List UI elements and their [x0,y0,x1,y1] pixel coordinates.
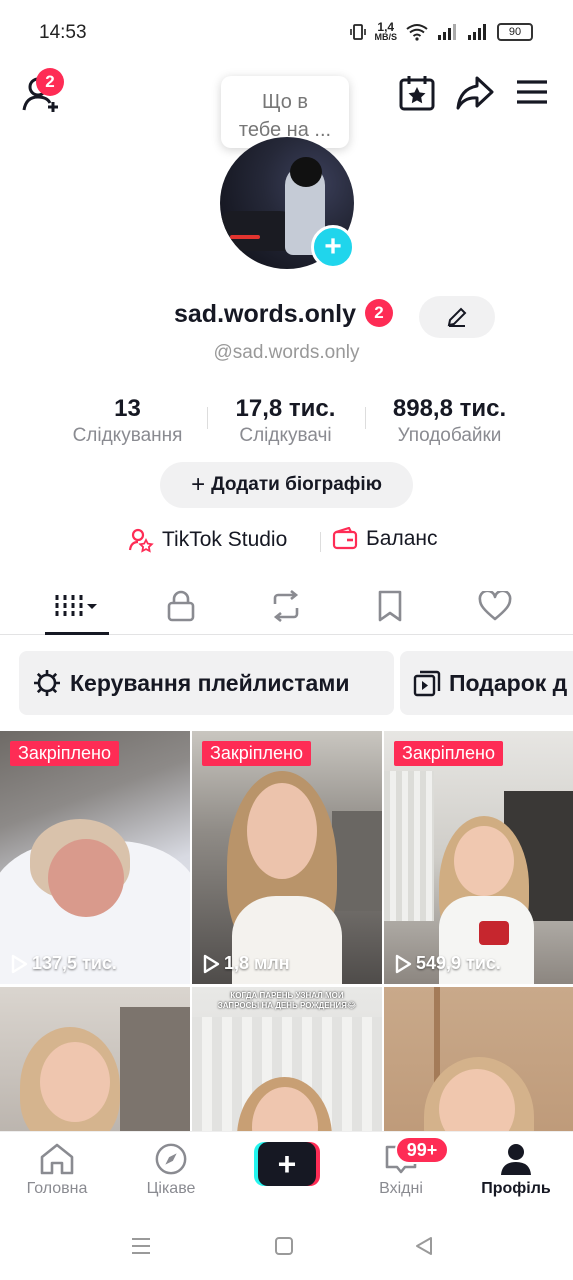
repost-icon [273,590,299,622]
pinned-badge: Закріплено [10,741,119,766]
edit-profile-button[interactable] [419,296,495,338]
gear-icon [34,670,60,696]
grid-view-icon [55,595,97,617]
view-count: 1,8 млн [202,953,290,974]
add-friend-badge: 2 [36,68,64,96]
play-icon [395,954,412,973]
network-speed: 1,4 MB/S [374,20,398,42]
video-thumbnail[interactable]: Закріплено 1,8 млн [192,731,382,984]
tiktok-studio-link[interactable]: TikTok Studio [128,527,287,553]
username: sad.words.only 2 [174,299,393,329]
create-video-button[interactable]: + [254,1142,320,1186]
creator-star-icon [128,528,154,553]
pencil-icon [447,307,467,327]
video-caption-overlay: КОГДА ПАРЕНЬ УЗНАЛ МОИ ЗАПРОСЫ НА ДЕНЬ Р… [217,991,357,1010]
username-badge: 2 [364,299,393,328]
heart-icon [478,591,512,621]
lock-icon [167,590,195,622]
playlist-chips: Керування плейлистами Подарок д [19,651,573,715]
profile-links: TikTok Studio Баланс [0,527,573,557]
menu-button[interactable] [515,79,549,105]
recent-apps-icon[interactable] [130,1235,152,1257]
manage-playlists-chip[interactable]: Керування плейлистами [19,651,394,715]
balance-link[interactable]: Баланс [332,527,438,551]
video-thumbnail[interactable] [0,987,190,1131]
share-profile-button[interactable] [455,75,495,111]
stat-likes[interactable]: 898,8 тис. Уподобайки [372,395,527,447]
profile-content-tabs [0,578,573,635]
wifi-icon [406,24,428,41]
plus-icon: + [258,1142,316,1186]
status-bar: 14:53 1,4 MB/S 90 [0,0,573,64]
inbox-badge: 99+ [395,1136,449,1164]
signal-icon [438,24,456,40]
video-thumbnail[interactable]: КОГДА ПАРЕНЬ УЗНАЛ МОИ ЗАПРОСЫ НА ДЕНЬ Р… [192,987,382,1131]
back-triangle-icon[interactable] [413,1235,435,1257]
playlist-icon [413,670,441,697]
plus-icon: + [191,471,206,498]
pinned-badge: Закріплено [394,741,503,766]
video-thumbnail[interactable]: Закріплено 549,9 тис. [384,731,573,984]
video-grid: Закріплено 137,5 тис. Закріплено 1,8 млн… [0,731,573,1131]
nav-home[interactable]: Головна [7,1142,107,1198]
video-thumbnail[interactable] [384,987,573,1131]
play-icon [203,954,220,973]
add-friend-button[interactable]: 2 [20,68,66,116]
play-icon [11,954,28,973]
home-square-icon[interactable] [273,1235,295,1257]
bookmark-icon [378,590,402,622]
battery-indicator: 90 [497,23,533,41]
active-tab-indicator [45,632,109,635]
home-icon [40,1143,74,1175]
user-handle: @sad.words.only [213,342,360,363]
signal-icon-2 [468,24,486,40]
calendar-button[interactable] [398,74,436,112]
vibrate-icon [349,24,366,40]
system-navigation-bar [0,1213,573,1280]
hamburger-menu-icon [517,80,547,104]
tab-favorites[interactable] [360,584,420,628]
playlist-gift-chip[interactable]: Подарок д [400,651,573,715]
wallet-icon [332,527,358,550]
stat-following[interactable]: 13 Слідкування [60,395,195,447]
status-time: 14:53 [39,22,87,43]
stat-followers[interactable]: 17,8 тис. Слідкувачі [218,395,353,447]
bottom-navigation: Головна Цікаве + Вхідні 99+ Профіль [0,1131,573,1213]
nav-discover[interactable]: Цікаве [121,1142,221,1198]
add-story-button[interactable]: + [311,225,355,269]
tab-reposts[interactable] [256,584,316,628]
status-icons: 1,4 MB/S 90 [349,20,533,42]
view-count: 137,5 тис. [10,953,117,974]
plus-icon: + [324,230,342,263]
pinned-badge: Закріплено [202,741,311,766]
add-bio-button[interactable]: + Додати біографію [160,462,413,508]
tab-private[interactable] [151,584,211,628]
username-row: sad.words.only 2 [0,296,573,338]
calendar-star-icon [399,76,435,111]
tab-liked[interactable] [465,584,525,628]
compass-icon [155,1143,187,1175]
view-count: 549,9 тис. [394,953,501,974]
share-arrow-icon [456,76,494,110]
profile-icon [501,1144,531,1175]
tab-videos[interactable] [47,584,107,628]
nav-profile[interactable]: Профіль [466,1142,566,1198]
video-thumbnail[interactable]: Закріплено 137,5 тис. [0,731,190,984]
profile-stats: 13 Слідкування 17,8 тис. Слідкувачі 898,… [50,395,530,455]
nav-inbox[interactable]: Вхідні 99+ [351,1136,451,1198]
